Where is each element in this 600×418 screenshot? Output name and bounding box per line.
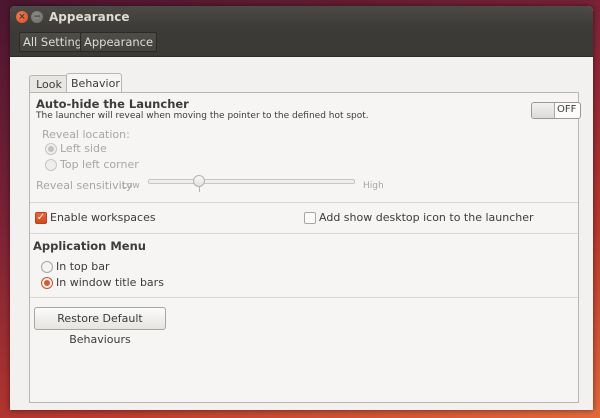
radio-top-left-corner[interactable] (45, 159, 57, 171)
in-window-title-bars-label: In window title bars (56, 276, 164, 289)
desktop-icon-label: Add show desktop icon to the launcher (319, 211, 534, 224)
left-side-label: Left side (60, 142, 107, 155)
radio-in-top-bar[interactable] (41, 261, 53, 273)
autohide-description: The launcher will reveal when moving the… (36, 111, 369, 121)
radio-in-window-title-bars[interactable] (41, 277, 53, 289)
separator (30, 233, 578, 234)
behavior-panel: Auto-hide the Launcher The launcher will… (29, 92, 581, 403)
tab-look[interactable]: Look (29, 75, 69, 93)
autohide-toggle[interactable]: OFF (531, 102, 581, 119)
settings-toolbar: All Settings Appearance (10, 28, 593, 57)
app-menu-heading: Application Menu (33, 239, 146, 253)
sensitivity-slider[interactable] (148, 179, 355, 184)
sensitivity-low-label: Low (122, 181, 140, 191)
separator (30, 297, 578, 298)
slider-tick-mark (199, 186, 201, 192)
radio-left-side[interactable] (45, 143, 57, 155)
title-bar: × − Appearance (10, 6, 593, 28)
autohide-heading: Auto-hide the Launcher (36, 97, 189, 111)
reveal-sensitivity-label: Reveal sensitivity (36, 179, 133, 192)
enable-workspaces-checkbox[interactable]: ✓ (35, 212, 47, 224)
reveal-location-label: Reveal location: (42, 128, 130, 141)
breadcrumb-appearance[interactable]: Appearance (80, 32, 158, 52)
minimize-button[interactable]: − (31, 11, 43, 23)
close-button[interactable]: × (16, 11, 28, 23)
minimize-icon: − (33, 12, 41, 22)
close-icon: × (18, 12, 26, 22)
toggle-state-label: OFF (557, 104, 577, 115)
separator (30, 202, 578, 203)
enable-workspaces-label: Enable workspaces (50, 211, 156, 224)
desktop-icon-checkbox[interactable] (304, 212, 316, 224)
top-left-corner-label: Top left corner (60, 158, 139, 171)
window-title: Appearance (49, 10, 130, 24)
sensitivity-high-label: High (363, 181, 384, 191)
toggle-knob (532, 103, 555, 118)
tab-behavior[interactable]: Behavior (66, 73, 122, 93)
in-top-bar-label: In top bar (56, 260, 110, 273)
restore-defaults-button[interactable]: Restore Default Behaviours (34, 307, 166, 346)
